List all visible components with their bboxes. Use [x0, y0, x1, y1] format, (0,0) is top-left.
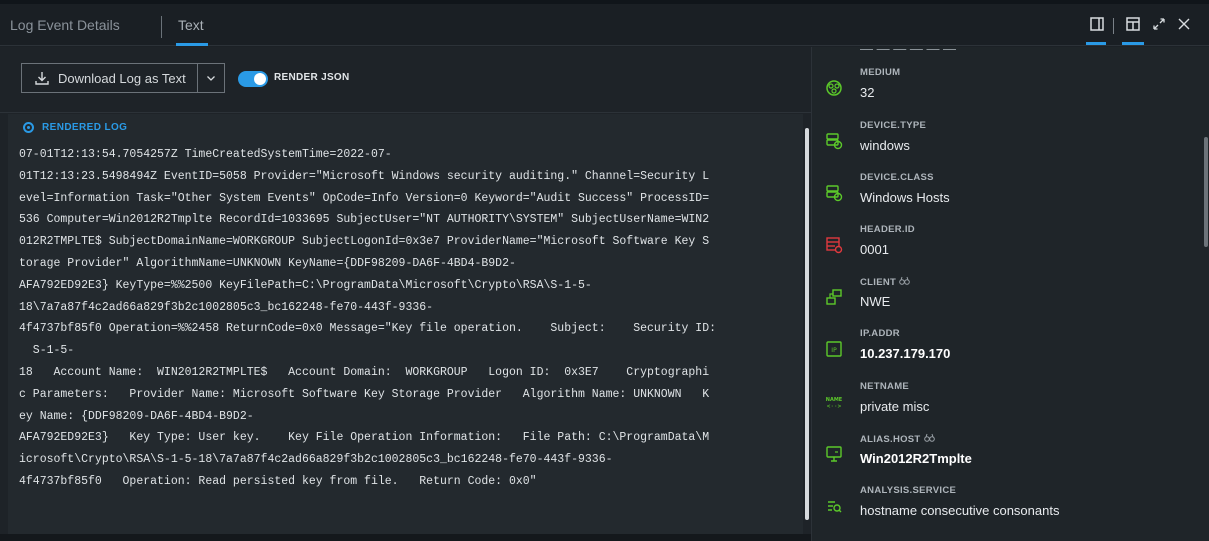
field-label: MEDIUM — [860, 67, 901, 78]
field-label: DEVICE.CLASS — [860, 172, 934, 183]
field-value[interactable]: 0001 — [860, 242, 889, 257]
log-line: 4f4737bf85f0 Operation: Read persisted k… — [19, 474, 537, 488]
log-line: ey Name: {DDF98209-DA6F-4BD4-B9D2- — [19, 409, 254, 423]
active-tab-indicator — [176, 43, 208, 46]
collapse-radio-icon — [23, 122, 34, 133]
split-view-icon[interactable] — [1088, 16, 1106, 34]
field-value[interactable]: 32 — [860, 85, 874, 100]
log-line: S-1-5- — [19, 344, 75, 358]
log-line: 18\7a7a87f4c2ad66a829f3b2c1002805c3_bc16… — [19, 300, 434, 314]
field-value[interactable]: NWE — [860, 294, 890, 309]
client-icon — [825, 288, 843, 306]
meta-fields-pane: — — — — — — MEDIUM 32 DEVICE.TYPE windows DE… — [811, 41, 1209, 541]
log-line: 012R2TMPLTE$ SubjectDomainName=WORKGROUP… — [19, 235, 710, 249]
meta-field-device-class[interactable]: DEVICE.CLASS Windows Hosts — [812, 172, 1202, 224]
meta-field-netname[interactable]: NAME <··> NETNAME private misc — [812, 381, 1202, 433]
field-value[interactable]: Win2012R2Tmplte — [860, 451, 972, 466]
field-value[interactable]: private misc — [860, 399, 929, 414]
meta-field-device-type[interactable]: DEVICE.TYPE windows — [812, 120, 1202, 172]
toggle-knob — [254, 73, 266, 85]
bottom-strip — [0, 534, 811, 541]
log-line: 536 Computer=Win2012R2Tmplte RecordId=10… — [19, 213, 710, 227]
log-line: 07-01T12:13:54.7054257Z TimeCreatedSyste… — [19, 148, 392, 161]
rendered-log-label: RENDERED LOG — [42, 122, 128, 133]
field-label: NETNAME — [860, 381, 910, 392]
meta-field-client[interactable]: CLIENT NWE — [812, 276, 1202, 328]
device-class-icon — [825, 184, 843, 202]
render-json-toggle[interactable] — [238, 71, 268, 87]
rendered-log-text: 07-01T12:13:54.7054257Z TimeCreatedSyste… — [19, 144, 777, 493]
field-value[interactable]: Windows Hosts — [860, 190, 950, 205]
log-text-pane: Download Log as Text RENDER JSON RENDERE… — [0, 47, 811, 541]
meta-field-medium[interactable]: MEDIUM 32 — [812, 67, 1202, 119]
toolbar-divider — [0, 112, 811, 113]
header-id-icon — [825, 236, 843, 254]
expand-icon[interactable] — [1150, 16, 1168, 34]
ip-addr-icon: IP — [825, 340, 843, 358]
log-line: c Parameters: Provider Name: Microsoft S… — [19, 387, 710, 401]
binoculars-icon[interactable] — [923, 433, 935, 444]
field-label: ANALYSIS.SERVICE — [860, 485, 957, 496]
meta-field-analysis-service[interactable]: ANALYSIS.SERVICE hostname consecutive con… — [812, 485, 1202, 537]
field-value[interactable]: hostname consecutive consonants — [860, 503, 1059, 518]
close-icon[interactable] — [1175, 16, 1193, 34]
log-scrollbar[interactable] — [803, 114, 811, 541]
log-scrollbar-thumb[interactable] — [805, 128, 809, 520]
medium-icon — [825, 79, 843, 97]
chevron-down-icon — [207, 76, 215, 81]
field-label: CLIENT — [860, 277, 897, 288]
netname-icon: NAME <··> — [825, 393, 843, 411]
toolbar: Download Log as Text RENDER JSON — [0, 47, 811, 107]
meta-scrollbar-thumb[interactable] — [1204, 137, 1208, 247]
field-value[interactable]: 10.237.179.170 — [860, 346, 950, 361]
tab-divider — [161, 16, 162, 38]
download-log-button[interactable]: Download Log as Text — [21, 63, 197, 93]
binoculars-icon[interactable] — [899, 276, 910, 287]
field-value[interactable]: windows — [860, 138, 910, 153]
svg-text:IP: IP — [831, 347, 837, 354]
log-line: 4f4737bf85f0 Operation=%%2458 ReturnCode… — [19, 322, 717, 336]
tab-text[interactable]: Text — [178, 4, 204, 46]
log-line: evel=Information Task="Other System Even… — [19, 191, 710, 205]
download-icon — [35, 72, 49, 85]
log-line: 18 Account Name: WIN2012R2TMPLTE$ Accoun… — [19, 365, 710, 379]
clipped-value: — — — — — — — [860, 41, 957, 56]
tab-log-event-details[interactable]: Log Event Details — [10, 4, 120, 46]
svg-text:<··>: <··> — [827, 403, 842, 410]
meta-field-ip-addr[interactable]: IP IP.ADDR 10.237.179.170 — [812, 328, 1202, 380]
meta-field-header-id[interactable]: HEADER.ID 0001 — [812, 224, 1202, 276]
analysis-service-icon — [825, 497, 843, 515]
log-line: AFA792ED92E3} KeyType=%%2500 KeyFilePath… — [19, 278, 592, 292]
device-type-icon — [825, 132, 843, 150]
field-label: IP.ADDR — [860, 328, 900, 339]
log-line: torage Provider" AlgorithmName=UNKNOWN K… — [19, 256, 516, 270]
window-indicator — [1122, 42, 1144, 45]
rendered-log-header[interactable]: RENDERED LOG — [23, 122, 127, 133]
header-bar: Log Event Details Text — [0, 4, 1209, 46]
render-json-label: RENDER JSON — [274, 72, 350, 83]
field-label: ALIAS.HOST — [860, 434, 921, 445]
meta-field-alias-host[interactable]: ALIAS.HOST Win2012R2Tmplte — [812, 433, 1202, 485]
log-line: icrosoft\Crypto\RSA\S-1-5-18\7a7a87f4c2a… — [19, 453, 613, 467]
download-options-dropdown[interactable] — [197, 63, 225, 93]
header-icon-divider — [1113, 18, 1114, 34]
log-line: AFA792ED92E3} Key Type: User key. Key Fi… — [19, 431, 710, 445]
log-line: 01T12:13:23.5498494Z EventID=5058 Provid… — [19, 169, 710, 183]
rendered-log-panel: RENDERED LOG 07-01T12:13:54.7054257Z Tim… — [8, 114, 803, 541]
alias-host-icon — [825, 445, 843, 463]
download-log-label: Download Log as Text — [58, 70, 186, 86]
field-label: DEVICE.TYPE — [860, 120, 927, 131]
window-icon[interactable] — [1124, 16, 1142, 34]
field-label: HEADER.ID — [860, 224, 915, 235]
split-view-indicator — [1086, 42, 1106, 45]
